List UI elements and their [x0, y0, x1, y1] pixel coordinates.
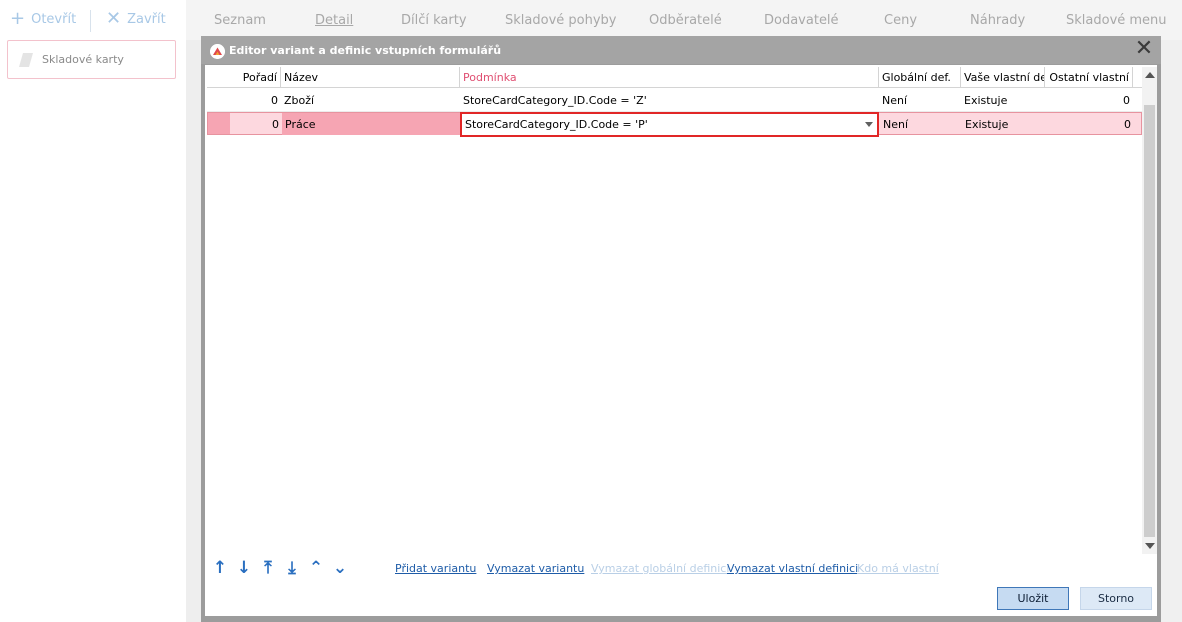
column-header-global-def[interactable]: Globální def. — [879, 67, 961, 88]
dialog-body: Pořadí Název Podmínka Globální def. Vaše… — [205, 65, 1157, 616]
tab-store-menu[interactable]: Skladové menu — [1066, 13, 1167, 28]
cell-global-def: Není — [882, 94, 908, 107]
scroll-down-icon[interactable] — [1145, 543, 1155, 549]
move-bottom-icon[interactable]: ⤓ — [283, 558, 301, 578]
app-toolbar: + Otevřít ✕ Zavřít — [0, 0, 186, 40]
tab-customers[interactable]: Odběratelé — [649, 13, 722, 28]
plus-icon: + — [10, 8, 26, 29]
move-controls: ↑ ↓ ⤒ ⤓ ⌃ ⌄ — [211, 558, 349, 578]
tab-seznam[interactable]: Seznam — [214, 13, 266, 28]
close-label: Zavřít — [127, 11, 166, 27]
cell-name: Práce — [282, 113, 460, 135]
tab-detail[interactable]: Detail — [315, 13, 353, 28]
vertical-scrollbar[interactable] — [1142, 67, 1157, 554]
variant-editor-dialog: Editor variant a definic vstupních formu… — [201, 36, 1161, 622]
sidebar-item-store-cards[interactable]: Skladové karty — [7, 40, 176, 79]
close-record-button[interactable]: ✕ Zavřít — [106, 10, 166, 28]
cancel-button[interactable]: Storno — [1080, 587, 1152, 610]
cell-own-def: Existuje — [965, 118, 1009, 131]
scroll-thumb[interactable] — [1144, 105, 1155, 537]
cell-own-def: Existuje — [964, 94, 1008, 107]
open-label: Otevřít — [31, 11, 77, 27]
cell-global-def: Není — [883, 118, 909, 131]
column-header-name[interactable]: Název — [281, 67, 460, 88]
condition-value: StoreCardCategory_ID.Code = 'P' — [465, 118, 648, 131]
cell-order: 0 — [272, 118, 279, 131]
table-row[interactable]: 0 Zboží StoreCardCategory_ID.Code = 'Z' … — [207, 89, 1142, 112]
delete-global-definition-link[interactable]: Vymazat globální definici — [591, 562, 729, 575]
cell-condition: StoreCardCategory_ID.Code = 'Z' — [463, 94, 647, 107]
x-icon: ✕ — [106, 8, 122, 29]
save-button[interactable]: Uložit — [997, 587, 1069, 610]
toolbar-divider — [90, 10, 91, 32]
variants-grid: Pořadí Název Podmínka Globální def. Vaše… — [207, 67, 1142, 554]
chevron-down-icon[interactable] — [865, 122, 873, 127]
delete-own-definition-link[interactable]: Vymazat vlastní definici — [727, 562, 858, 575]
cell-name: Zboží — [284, 94, 315, 107]
tab-substitutes[interactable]: Náhrady — [970, 13, 1025, 28]
add-variant-link[interactable]: Přidat variantu — [395, 562, 476, 575]
grid-header: Pořadí Název Podmínka Globální def. Vaše… — [207, 67, 1142, 88]
chevron-down-icon[interactable]: ⌄ — [331, 558, 349, 578]
dialog-titlebar: Editor variant a definic vstupních formu… — [201, 36, 1161, 64]
tab-prices[interactable]: Ceny — [884, 13, 917, 28]
condition-editor[interactable]: StoreCardCategory_ID.Code = 'P' — [460, 112, 879, 137]
scroll-up-icon[interactable] — [1145, 72, 1155, 78]
sidebar-item-label: Skladové karty — [42, 53, 124, 66]
delete-variant-link[interactable]: Vymazat variantu — [487, 562, 584, 575]
move-up-icon[interactable]: ↑ — [211, 558, 229, 578]
tab-store-movements[interactable]: Skladové pohyby — [505, 13, 616, 28]
tab-suppliers[interactable]: Dodavatelé — [764, 13, 839, 28]
document-icon — [19, 53, 33, 67]
move-down-icon[interactable]: ↓ — [235, 558, 253, 578]
column-header-order[interactable]: Pořadí — [207, 67, 281, 88]
background-panel — [186, 40, 201, 622]
tab-partial-cards[interactable]: Dílčí karty — [401, 13, 467, 28]
cell-other-own: 0 — [1123, 94, 1130, 107]
chevron-up-icon[interactable]: ⌃ — [307, 558, 325, 578]
column-header-condition[interactable]: Podmínka — [460, 67, 879, 88]
open-button[interactable]: + Otevřít — [10, 10, 76, 28]
app-logo-icon — [210, 44, 225, 59]
table-row-selected[interactable]: 0 Práce StoreCardCategory_ID.Code = 'P' … — [207, 112, 1142, 137]
cell-other-own: 0 — [1124, 118, 1131, 131]
close-icon[interactable]: ✕ — [1133, 38, 1155, 61]
move-top-icon[interactable]: ⤒ — [259, 558, 277, 578]
who-has-own-link[interactable]: Kdo má vlastní — [857, 562, 939, 575]
app-tab-bar: Seznam Detail Dílčí karty Skladové pohyb… — [186, 0, 1182, 40]
background-scroll-area — [1160, 40, 1182, 622]
column-header-own-def[interactable]: Vaše vlastní def. — [961, 67, 1045, 88]
cell-order: 0 — [271, 94, 278, 107]
column-header-other-own[interactable]: Ostatní vlastní — [1045, 67, 1133, 88]
dialog-title: Editor variant a definic vstupních formu… — [229, 44, 502, 57]
